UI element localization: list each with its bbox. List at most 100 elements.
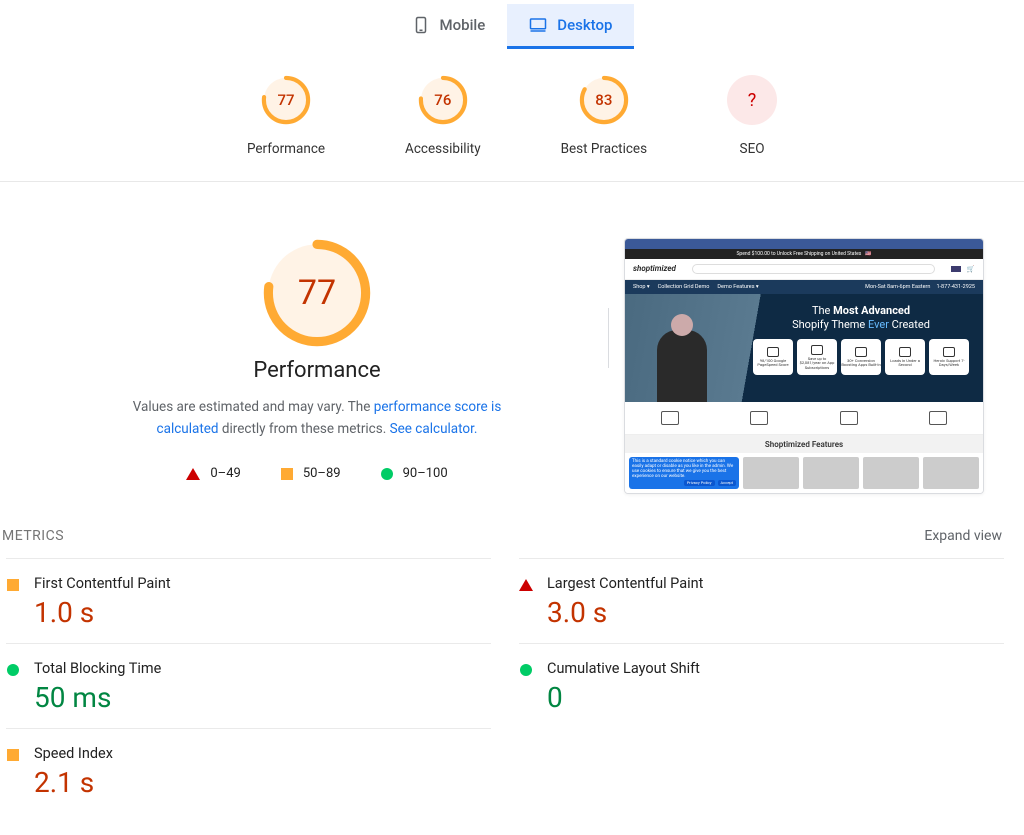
device-tabs: Mobile Desktop (0, 0, 1024, 49)
preview-hero-cards: 98/100 Google PageSpeed Score Save up to… (753, 339, 969, 375)
preview-thumb (803, 457, 859, 489)
gauge-accessibility-label: Accessibility (405, 141, 481, 157)
metric-tbt: Total Blocking Time 50 ms (6, 643, 491, 728)
preview-footer: This is a standard cookie notice which y… (625, 453, 983, 493)
gauge-performance[interactable]: 77 Performance (247, 75, 325, 157)
preview-nav-item: Shop ▾ (633, 284, 650, 290)
preview-logo: shoptimized (633, 264, 676, 273)
metrics-header: METRICS Expand view (0, 528, 1024, 544)
performance-large-score: 77 (262, 238, 372, 348)
preview-nav-item: Demo Features ▾ (717, 284, 758, 290)
desktop-icon (529, 14, 547, 36)
gauge-accessibility-ring: 76 (418, 75, 468, 125)
tab-desktop-label: Desktop (557, 16, 612, 34)
preview-flag-icon (951, 266, 961, 272)
preview-cart-icon: 🛒 (967, 265, 975, 273)
legend-avg-label: 50–89 (303, 466, 341, 481)
gauge-seo-ring: ? (727, 75, 777, 125)
gauge-seo-score: ? (727, 75, 777, 125)
preview-hero-title: The Most Advanced Shopify Theme Ever Cre… (753, 304, 969, 332)
preview-nav-item: Collection Grid Demo (658, 284, 710, 290)
gauge-performance-label: Performance (247, 141, 325, 157)
legend-avg: 50–89 (281, 466, 341, 481)
circle-green-icon (520, 664, 532, 676)
perf-desc-prefix: Values are estimated and may vary. The (133, 399, 374, 415)
perf-desc-mid: directly from these metrics. (219, 421, 390, 437)
gauge-accessibility[interactable]: 76 Accessibility (405, 75, 481, 157)
preview-icon-row (625, 402, 983, 435)
legend-fail-label: 0–49 (210, 466, 240, 481)
preview-thumb (863, 457, 919, 489)
gauge-performance-ring: 77 (261, 75, 311, 125)
square-orange-icon (281, 468, 293, 480)
preview-promo-text: Spend $100.00 to Unlock Free Shipping on… (736, 251, 861, 257)
gauge-best-practices-label: Best Practices (561, 141, 647, 157)
metric-value: 3.0 s (547, 596, 703, 629)
tab-mobile-label: Mobile (440, 16, 486, 34)
preview-cat-icon (929, 411, 947, 425)
expand-view-link[interactable]: Expand view (924, 528, 1002, 544)
metric-name: Largest Contentful Paint (547, 575, 703, 592)
metric-fcp: First Contentful Paint 1.0 s (6, 558, 491, 643)
circle-green-icon (7, 664, 19, 676)
metric-value: 1.0 s (34, 596, 171, 629)
preview-nav-phone: 1-877-431-2925 (936, 284, 975, 290)
legend-pass-label: 90–100 (403, 466, 448, 481)
gauge-seo-label: SEO (740, 141, 765, 157)
gauge-accessibility-score: 76 (418, 75, 468, 125)
score-legend: 0–49 50–89 90–100 (186, 466, 447, 481)
preview-thumb (923, 457, 979, 489)
metric-lcp: Largest Contentful Paint 3.0 s (519, 558, 1004, 643)
preview-header: shoptimized 🛒 (625, 259, 983, 281)
metric-name: First Contentful Paint (34, 575, 171, 592)
preview-cat-icon (661, 411, 679, 425)
gauge-performance-score: 77 (261, 75, 311, 125)
legend-pass: 90–100 (381, 466, 448, 481)
preview-cookie-text: This is a standard cookie notice which y… (632, 460, 736, 480)
preview-cookie-privacy: Privacy Policy (684, 480, 715, 486)
preview-thumb (743, 457, 799, 489)
triangle-red-icon (186, 468, 200, 480)
gauge-best-practices-score: 83 (579, 75, 629, 125)
square-orange-icon (7, 579, 19, 591)
metrics-grid: First Contentful Paint 1.0 s Largest Con… (0, 558, 1024, 813)
preview-nav: Shop ▾ Collection Grid Demo Demo Feature… (625, 280, 983, 294)
metric-value: 50 ms (34, 681, 161, 714)
preview-search (692, 264, 935, 274)
preview-features-title: Shoptimized Features (625, 435, 983, 453)
preview-nav-hours: Mon-Sat 8am-6pm Eastern (865, 284, 930, 290)
preview-cookie-notice: This is a standard cookie notice which y… (629, 457, 739, 489)
metric-cls: Cumulative Layout Shift 0 (519, 643, 1004, 728)
metrics-label: METRICS (2, 528, 64, 544)
tab-mobile[interactable]: Mobile (390, 4, 508, 49)
metric-value: 0 (547, 681, 700, 714)
mobile-icon (412, 14, 430, 36)
performance-section: 77 Performance Values are estimated and … (0, 182, 1024, 534)
square-orange-icon (7, 749, 19, 761)
preview-cat-icon (840, 411, 858, 425)
preview-topbar (625, 239, 983, 249)
metric-name: Cumulative Layout Shift (547, 660, 700, 677)
perf-calc-link[interactable]: See calculator. (390, 421, 478, 437)
metric-si: Speed Index 2.1 s (6, 728, 491, 813)
metric-value: 2.1 s (34, 766, 113, 799)
preview-cat-icon (750, 411, 768, 425)
page-screenshot-preview: Spend $100.00 to Unlock Free Shipping on… (624, 238, 984, 494)
preview-promo-bar: Spend $100.00 to Unlock Free Shipping on… (625, 249, 983, 259)
performance-summary: 77 Performance Values are estimated and … (40, 238, 594, 494)
legend-fail: 0–49 (186, 466, 240, 481)
preview-cookie-accept: Accept (718, 480, 736, 486)
gauge-best-practices-ring: 83 (579, 75, 629, 125)
preview-hero-person (657, 330, 707, 402)
gauge-best-practices[interactable]: 83 Best Practices (561, 75, 647, 157)
tab-desktop[interactable]: Desktop (507, 4, 634, 49)
performance-large-gauge: 77 (262, 238, 372, 348)
circle-green-icon (381, 468, 393, 480)
metric-name: Speed Index (34, 745, 113, 762)
triangle-red-icon (519, 579, 533, 591)
gauge-seo[interactable]: ? SEO (727, 75, 777, 157)
performance-description: Values are estimated and may vary. The p… (107, 397, 527, 440)
metric-name: Total Blocking Time (34, 660, 161, 677)
performance-title: Performance (253, 358, 380, 383)
preview-hero: The Most Advanced Shopify Theme Ever Cre… (625, 294, 983, 402)
